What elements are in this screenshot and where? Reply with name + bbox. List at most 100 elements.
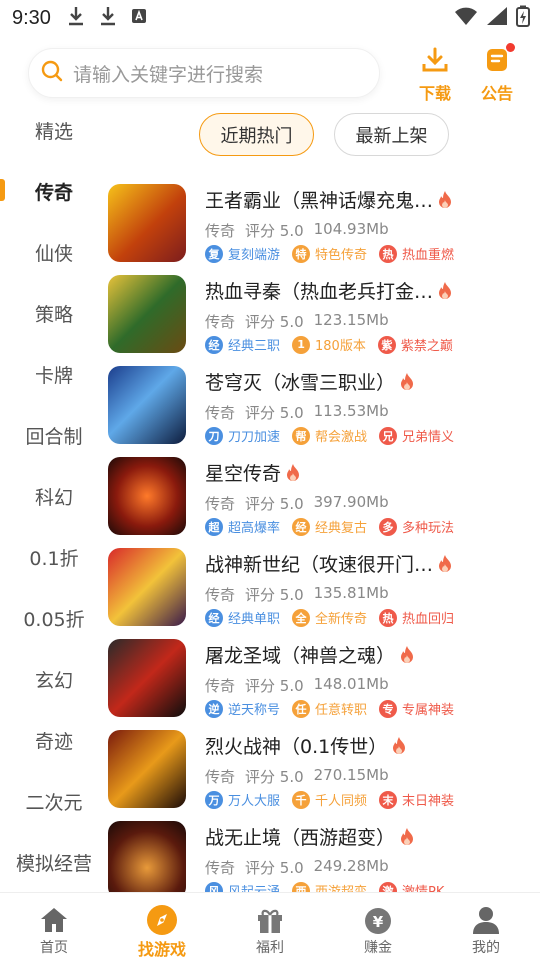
game-thumbnail[interactable]	[108, 184, 186, 262]
download-notification-icon	[99, 6, 117, 31]
list-item[interactable]: 屠龙圣域（神兽之魂） 传奇 评分 5.0 148.01Mb 逆逆天称号任任意转职专专属神…	[108, 623, 540, 718]
nav-mine[interactable]: 我的	[432, 893, 540, 960]
game-thumbnail[interactable]	[108, 730, 186, 808]
sidebar-item-miracle[interactable]: 奇迹	[0, 720, 108, 760]
compass-icon	[146, 903, 178, 936]
game-category: 传奇	[205, 222, 236, 240]
status-bar: 9:30	[0, 0, 540, 36]
tag-badge-icon: 风	[205, 881, 223, 892]
tab-recent-hot[interactable]: 近期热门	[199, 113, 314, 156]
game-meta: 传奇 评分 5.0 123.15Mb	[205, 311, 389, 332]
sidebar-item-label: 仙侠	[34, 242, 73, 265]
game-meta: 传奇 评分 5.0 148.01Mb	[205, 675, 389, 696]
sidebar-item-label: 0.1折	[29, 547, 79, 570]
list-item[interactable]: 热血寻秦（热血老兵打金… 传奇 评分 5.0 123.15Mb 经经典三职 1 180版本紫…	[108, 259, 540, 354]
signal-icon	[486, 6, 508, 31]
list-item[interactable]: 王者霸业（黑神话爆充鬼… 传奇 评分 5.0 104.93Mb 复复刻端游特特色传奇热热…	[108, 168, 540, 263]
fire-icon	[399, 827, 415, 847]
sidebar-item-strategy[interactable]: 策略	[0, 293, 108, 333]
game-meta: 传奇 评分 5.0 270.15Mb	[205, 766, 389, 787]
fire-icon	[437, 281, 453, 301]
notice-badge	[506, 43, 515, 52]
tab-newest[interactable]: 最新上架	[334, 113, 449, 156]
fire-icon	[285, 463, 301, 483]
game-title-row: 星空传奇	[205, 459, 505, 486]
sidebar-item-featured[interactable]: 精选	[0, 110, 108, 150]
sidebar-item-label: 精选	[34, 120, 73, 143]
sidebar-item-scifi[interactable]: 科幻	[0, 476, 108, 516]
sidebar-item-label: 0.05折	[23, 608, 85, 631]
bottom-nav: 首页 找游戏 福利 ¥ 赚金 我的	[0, 892, 540, 960]
game-size: 113.53Mb	[313, 402, 389, 420]
tag-text: 风起云涌	[228, 881, 280, 892]
nav-find-games[interactable]: 找游戏	[108, 893, 216, 960]
game-size: 148.01Mb	[313, 675, 389, 693]
game-tag: 风风起云涌	[205, 881, 280, 892]
sidebar-item-simulation[interactable]: 模拟经营	[0, 842, 108, 882]
search-input[interactable]: 请输入关键字进行搜索	[73, 60, 263, 87]
game-title-row: 王者霸业（黑神话爆充鬼…	[205, 186, 505, 213]
game-size: 270.15Mb	[313, 766, 389, 784]
sidebar-item-cards[interactable]: 卡牌	[0, 354, 108, 394]
sidebar-item-label: 传奇	[34, 181, 73, 204]
list-item[interactable]: 星空传奇 传奇 评分 5.0 397.90Mb 超超高爆率经经典复古多多种玩法	[108, 441, 540, 536]
nav-earn-gold[interactable]: ¥ 赚金	[324, 893, 432, 960]
nav-label: 首页	[40, 940, 68, 956]
tag-badge-icon: 激	[379, 881, 398, 892]
game-meta: 传奇 评分 5.0 135.81Mb	[205, 584, 389, 605]
game-rating: 评分 5.0	[245, 768, 304, 786]
status-time: 9:30	[12, 6, 51, 29]
fire-icon	[399, 645, 415, 665]
game-title-row: 战神新世纪（攻速很开门…	[205, 550, 505, 577]
sidebar-item-label: 策略	[34, 303, 73, 326]
svg-text:¥: ¥	[373, 913, 384, 931]
game-title: 战无止境（西游超变）	[205, 827, 396, 849]
search-icon	[41, 60, 63, 86]
game-title: 苍穹灭（冰雪三职业）	[205, 372, 396, 394]
fire-icon	[399, 372, 415, 392]
sidebar-item-turn-based[interactable]: 回合制	[0, 415, 108, 455]
tag-badge-icon: 西	[292, 881, 311, 892]
sidebar-item-fantasy[interactable]: 玄幻	[0, 659, 108, 699]
game-category: 传奇	[205, 313, 236, 331]
notice-button[interactable]: 公告	[472, 43, 522, 103]
sidebar-item-discount-01[interactable]: 0.1折	[0, 537, 108, 577]
sidebar-item-legend[interactable]: 传奇	[0, 171, 108, 211]
nav-home[interactable]: 首页	[0, 893, 108, 960]
sidebar-item-label: 二次元	[25, 791, 83, 814]
game-thumbnail[interactable]	[108, 821, 186, 892]
game-tag: 激激情PK	[379, 881, 444, 892]
game-title: 烈火战神（0.1传世）	[205, 736, 388, 758]
nav-label: 赚金	[364, 940, 392, 956]
game-thumbnail[interactable]	[108, 548, 186, 626]
game-thumbnail[interactable]	[108, 366, 186, 444]
game-thumbnail[interactable]	[108, 457, 186, 535]
active-indicator	[0, 179, 5, 201]
sidebar-item-label: 模拟经营	[15, 852, 92, 875]
tab-label: 最新上架	[355, 125, 428, 147]
sidebar-item-xianxia[interactable]: 仙侠	[0, 232, 108, 272]
game-rating: 评分 5.0	[245, 404, 304, 422]
sidebar-item-label: 回合制	[25, 425, 83, 448]
download-button[interactable]: 下载	[410, 46, 460, 103]
list-item[interactable]: 战无止境（西游超变） 传奇评分 5.0 249.28Mb 风风起云涌 西西游超变 激激情P…	[108, 805, 540, 892]
fire-icon	[437, 554, 453, 574]
list-item[interactable]: 苍穹灭（冰雪三职业） 传奇 评分 5.0 113.53Mb 刀刀刀加速帮帮会激战兄兄弟情…	[108, 350, 540, 445]
nav-benefits[interactable]: 福利	[216, 893, 324, 960]
game-size: 397.90Mb	[313, 493, 389, 511]
game-thumbnail[interactable]	[108, 275, 186, 353]
game-tags: 风风起云涌 西西游超变 激激情PK	[205, 881, 450, 892]
game-size: 135.81Mb	[313, 584, 389, 602]
game-thumbnail[interactable]	[108, 639, 186, 717]
game-category: 传奇	[205, 404, 236, 422]
list-item[interactable]: 战神新世纪（攻速很开门… 传奇 评分 5.0 135.81Mb 经经典单职全全新传奇热热…	[108, 532, 540, 627]
list-item[interactable]: 烈火战神（0.1传世） 传奇 评分 5.0 270.15Mb 万万人大服千千人同频末末日…	[108, 714, 540, 809]
game-meta: 传奇 评分 5.0 104.93Mb	[205, 220, 389, 241]
sidebar-item-anime[interactable]: 二次元	[0, 781, 108, 821]
gift-icon	[255, 903, 285, 937]
sidebar-item-label: 玄幻	[34, 669, 73, 692]
game-title: 星空传奇	[205, 463, 282, 485]
search-bar[interactable]: 请输入关键字进行搜索	[28, 48, 380, 98]
user-icon	[471, 903, 501, 937]
sidebar-item-discount-005[interactable]: 0.05折	[0, 598, 108, 638]
